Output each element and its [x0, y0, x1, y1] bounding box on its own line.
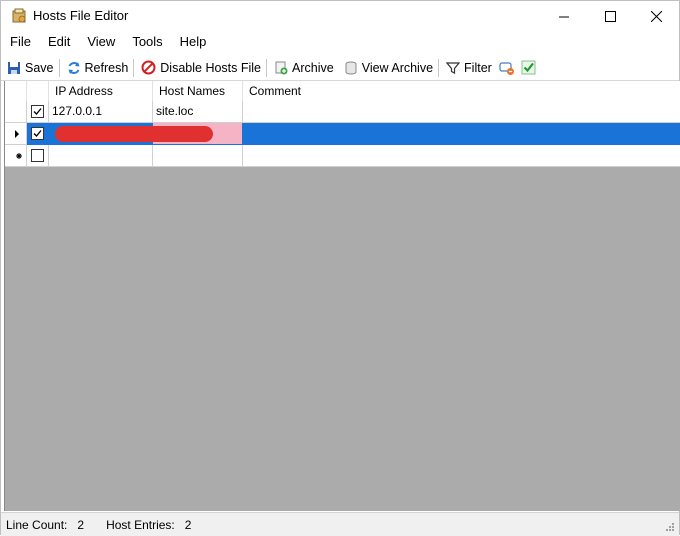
filter-label: Filter	[464, 60, 492, 75]
grid-header: IP Address Host Names Comment	[5, 81, 680, 102]
save-icon	[8, 61, 20, 74]
disable-label: Disable Hosts File	[160, 60, 262, 75]
enabled-checkbox[interactable]	[31, 127, 44, 140]
table-row[interactable]: 127.0.0.1 site.loc	[5, 101, 680, 123]
checkmark-icon	[521, 60, 536, 75]
hosts-grid[interactable]: IP Address Host Names Comment 127.0.0.1 …	[4, 81, 680, 511]
refresh-button[interactable]: Refresh	[61, 57, 133, 79]
row-header[interactable]	[5, 145, 27, 167]
clear-filter-button[interactable]	[496, 57, 518, 79]
hosts-editor-app-icon	[11, 8, 27, 24]
toolbar-separator	[266, 58, 268, 77]
host-names-cell[interactable]	[153, 145, 243, 167]
view-archive-button[interactable]: View Archive	[338, 57, 437, 79]
line-count-label: Line Count:	[6, 517, 68, 532]
new-row[interactable]	[5, 145, 680, 167]
status-bar: Line Count: 2 Host Entries: 2	[1, 512, 679, 536]
close-icon	[650, 10, 662, 22]
save-button[interactable]: Save	[1, 57, 58, 79]
window-title: Hosts File Editor	[33, 8, 129, 23]
title-bar[interactable]: Hosts File Editor	[1, 1, 679, 31]
resize-grip-icon[interactable]	[665, 522, 675, 532]
maximize-button[interactable]	[587, 1, 633, 31]
view-archive-label: View Archive	[361, 60, 434, 75]
apply-button[interactable]	[518, 57, 540, 79]
column-header-ip[interactable]: IP Address	[49, 81, 153, 101]
clear-filter-icon	[499, 61, 514, 75]
enabled-checkbox-cell[interactable]	[27, 123, 49, 145]
disable-hosts-file-button[interactable]: Disable Hosts File	[135, 57, 265, 79]
menu-edit[interactable]: Edit	[40, 31, 79, 53]
host-names-cell[interactable]: site.loc	[153, 101, 243, 123]
enabled-checkbox[interactable]	[31, 149, 44, 162]
current-row-indicator-icon	[15, 130, 19, 138]
toolbar-separator	[438, 58, 440, 77]
row-header[interactable]	[5, 101, 27, 123]
save-label: Save	[25, 60, 54, 75]
comment-cell[interactable]	[243, 123, 680, 145]
comment-cell[interactable]	[243, 101, 680, 123]
disable-icon	[141, 60, 156, 75]
enabled-checkbox-cell[interactable]	[27, 101, 49, 123]
menu-tools[interactable]: Tools	[124, 31, 171, 53]
menu-file[interactable]: File	[1, 31, 40, 53]
app-window: Hosts File Editor File Edit View Tools H…	[0, 0, 680, 536]
row-header-corner	[5, 81, 27, 101]
filter-icon	[446, 61, 461, 74]
toolbar: Save Refresh Disable Hosts File Archive …	[1, 55, 679, 81]
checkmark-icon	[33, 130, 42, 137]
minimize-button[interactable]	[541, 1, 587, 31]
table-row-selected[interactable]	[5, 123, 680, 145]
view-archive-icon	[345, 61, 357, 74]
archive-icon	[275, 61, 288, 74]
refresh-label: Refresh	[84, 60, 129, 75]
checkbox-column-header[interactable]	[27, 81, 49, 101]
host-entries-value: 2	[184, 517, 192, 532]
column-header-comment[interactable]: Comment	[243, 81, 680, 101]
toolbar-separator	[133, 58, 135, 77]
archive-button[interactable]: Archive	[268, 57, 338, 79]
minimize-icon	[558, 16, 569, 17]
host-entries-label: Host Entries:	[106, 517, 175, 532]
toolbar-separator	[58, 58, 60, 77]
checkmark-icon	[33, 108, 42, 115]
row-header[interactable]	[5, 123, 27, 145]
enabled-checkbox[interactable]	[31, 105, 44, 118]
line-count-value: 2	[77, 517, 85, 532]
filter-button[interactable]: Filter	[440, 57, 496, 79]
column-header-host[interactable]: Host Names	[153, 81, 243, 101]
refresh-icon	[68, 61, 79, 74]
menu-help[interactable]: Help	[172, 31, 216, 53]
maximize-icon	[604, 10, 616, 22]
comment-cell[interactable]	[243, 145, 680, 167]
ip-address-cell[interactable]: 127.0.0.1	[49, 101, 153, 123]
menu-bar: File Edit View Tools Help	[1, 31, 679, 53]
archive-label: Archive	[292, 60, 334, 75]
ip-address-cell[interactable]	[49, 145, 153, 167]
redaction-mark	[55, 126, 213, 142]
new-row-indicator-icon	[16, 153, 22, 159]
menu-view[interactable]: View	[79, 31, 124, 53]
enabled-checkbox-cell[interactable]	[27, 145, 49, 167]
close-button[interactable]	[633, 1, 679, 31]
